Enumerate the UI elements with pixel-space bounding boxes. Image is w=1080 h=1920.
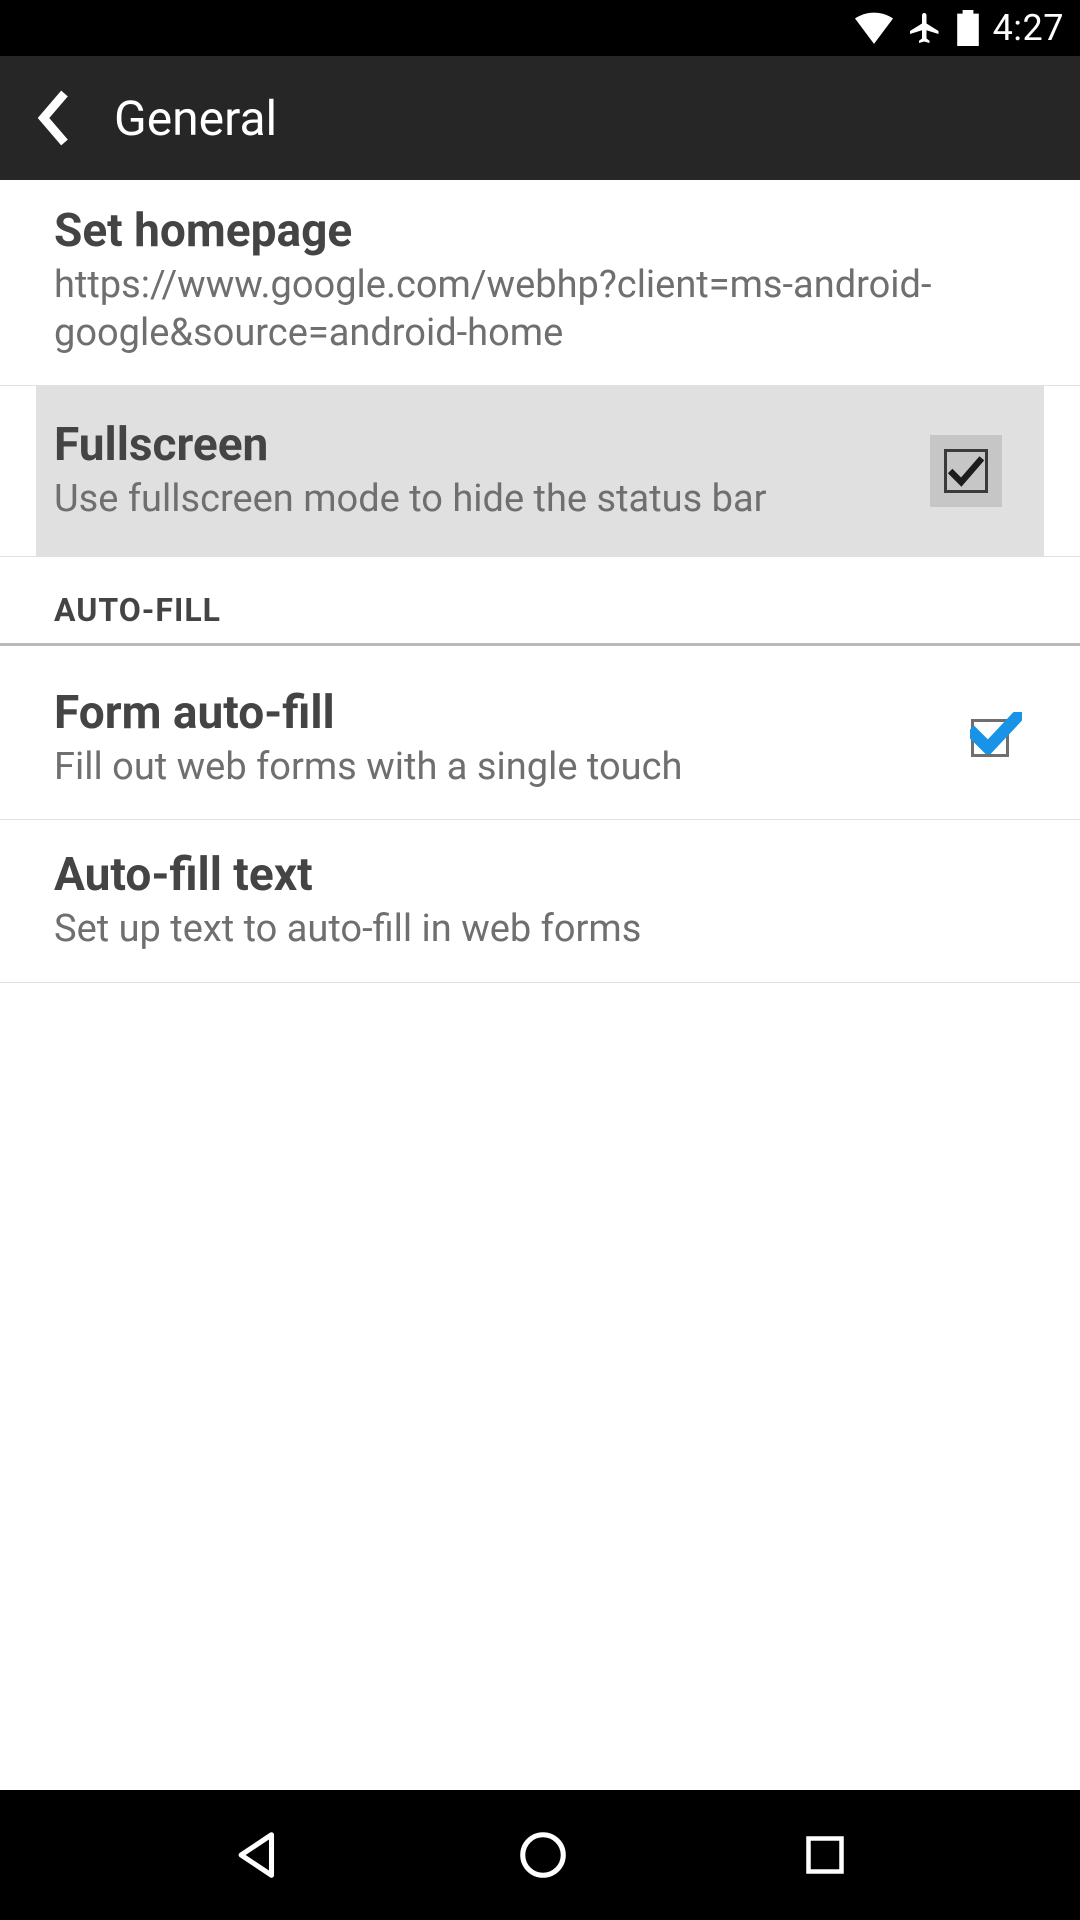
nav-back-button[interactable]	[231, 1828, 285, 1882]
status-time: 4:27	[993, 7, 1064, 49]
navigation-bar	[0, 1790, 1080, 1920]
nav-recents-button[interactable]	[801, 1831, 849, 1879]
status-bar: 4:27	[0, 0, 1080, 56]
set-homepage-title: Set homepage	[54, 204, 1026, 258]
settings-list: Set homepage https://www.google.com/webh…	[0, 180, 1080, 983]
autofill-section-header: AUTO-FILL	[0, 557, 1080, 646]
app-bar: General	[0, 56, 1080, 180]
fullscreen-subtitle: Use fullscreen mode to hide the status b…	[54, 476, 910, 524]
battery-icon	[957, 10, 979, 46]
wifi-icon	[855, 12, 893, 44]
autofill-text-title: Auto-fill text	[54, 848, 1026, 902]
airplane-mode-icon	[907, 10, 943, 46]
page-title: General	[114, 90, 277, 147]
autofill-header-text: AUTO-FILL	[54, 591, 1026, 629]
fullscreen-item[interactable]: Fullscreen Use fullscreen mode to hide t…	[0, 386, 1080, 557]
back-icon[interactable]	[36, 90, 72, 146]
form-autofill-checkbox[interactable]	[954, 702, 1026, 774]
autofill-text-subtitle: Set up text to auto-fill in web forms	[54, 906, 1026, 954]
fullscreen-title: Fullscreen	[54, 418, 910, 472]
nav-home-button[interactable]	[516, 1828, 570, 1882]
set-homepage-item[interactable]: Set homepage https://www.google.com/webh…	[0, 180, 1080, 386]
autofill-text-item[interactable]: Auto-fill text Set up text to auto-fill …	[0, 820, 1080, 983]
form-autofill-subtitle: Fill out web forms with a single touch	[54, 744, 934, 792]
fullscreen-checkbox[interactable]	[930, 435, 1002, 507]
form-autofill-item[interactable]: Form auto-fill Fill out web forms with a…	[0, 646, 1080, 821]
form-autofill-title: Form auto-fill	[54, 686, 934, 740]
set-homepage-value: https://www.google.com/webhp?client=ms-a…	[54, 262, 1026, 357]
